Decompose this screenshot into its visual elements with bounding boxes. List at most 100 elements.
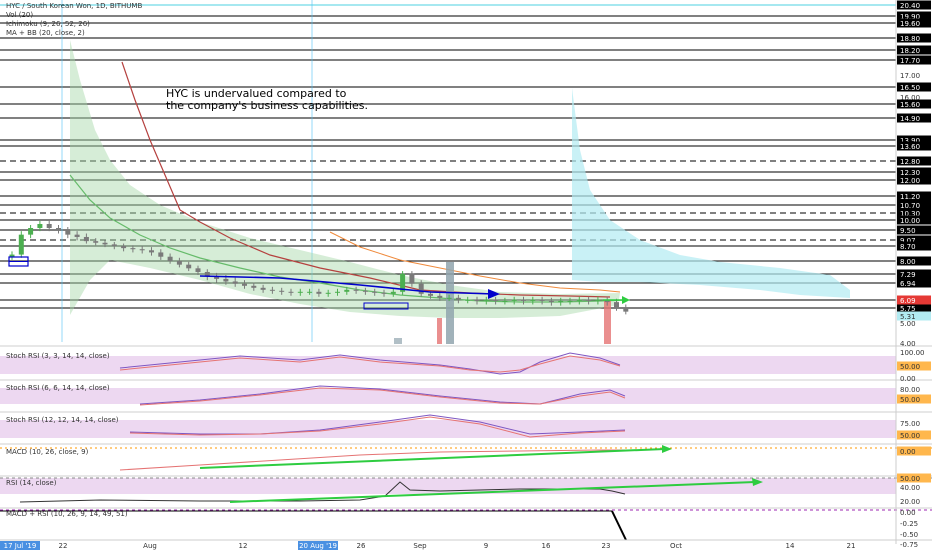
chart-root: 20.40 19.90 19.60 18.80 18.20 17.70 17.00 16.50…: [0, 0, 932, 550]
time-tick-label: 21: [847, 542, 856, 550]
candle-body: [409, 273, 415, 284]
candle-body: [279, 290, 285, 292]
candle-body: [83, 236, 89, 242]
candle-body: [372, 291, 378, 293]
candle-body: [465, 299, 471, 301]
candle-body: [232, 281, 238, 284]
indicator-tick-label: -0.50: [900, 531, 918, 539]
candle-body: [46, 224, 52, 228]
price-tick-label: 11.20: [900, 193, 920, 201]
price-tick-label: 7.29: [900, 271, 916, 279]
ma-bb-legend[interactable]: MA + BB (20, close, 2): [6, 29, 85, 37]
time-tick-label: Aug: [143, 542, 157, 550]
indicator-tick-label: 50.00: [900, 396, 920, 404]
indicator-tick-label: 50.00: [900, 432, 920, 440]
candle-body: [623, 308, 629, 312]
price-tick-label: 12.80: [900, 158, 920, 166]
price-tick-label: 4.00: [900, 340, 916, 348]
candle-body: [111, 244, 117, 246]
price-tick-label: 10.00: [900, 217, 920, 225]
stoch-rsi-3-legend[interactable]: Stoch RSI (12, 12, 14, 14, close): [6, 416, 119, 424]
candle-body: [176, 261, 182, 265]
candle-body: [121, 246, 127, 249]
volume-bar: [446, 262, 454, 344]
candle-body: [548, 300, 554, 303]
time-tick-label: 22: [59, 542, 68, 550]
price-tick-label: 18.80: [900, 35, 920, 43]
candle-body: [186, 264, 192, 269]
indicator-tick-label: -0.75: [900, 541, 918, 549]
candle-body: [269, 289, 275, 291]
candle-body: [251, 285, 257, 288]
indicator-tick-label: 0.00: [900, 375, 916, 383]
candle-body: [455, 297, 461, 300]
volume-bar: [604, 300, 611, 344]
cloud-price-label: 5.31: [900, 313, 916, 321]
candle-body: [158, 252, 164, 257]
candle-body: [558, 300, 564, 303]
indicator-tick-label: 50.00: [900, 363, 920, 371]
candle-body: [576, 299, 582, 301]
stoch-rsi-3-band: [0, 420, 896, 438]
price-tick-label: 13.60: [900, 143, 920, 151]
time-tick-label: 23: [602, 542, 611, 550]
indicator-tick-label: 0.00: [900, 509, 916, 517]
rsi-legend[interactable]: RSI (14, close): [6, 479, 56, 487]
price-tick-label: 20.40: [900, 2, 920, 10]
candle-body: [502, 300, 508, 302]
annotation-text: HYC is undervalued compared to the compa…: [166, 88, 368, 112]
price-tick-label: 17.00: [900, 72, 920, 80]
price-tick-label: 6.94: [900, 280, 916, 288]
candle-body: [437, 295, 443, 298]
price-chart: 20.4019.9019.6018.8018.2017.7017.0016.50…: [0, 0, 932, 550]
candle-body: [260, 287, 266, 290]
candle-body: [130, 248, 136, 250]
candle-body: [483, 299, 489, 301]
candle-body: [102, 242, 108, 245]
candle-body: [139, 249, 145, 251]
price-tick-label: 16.50: [900, 84, 920, 92]
time-tick-label: 14: [786, 542, 795, 550]
price-tick-label: 14.90: [900, 115, 920, 123]
ichimoku-legend[interactable]: Ichimoku (9, 26, 52, 26): [6, 20, 90, 28]
time-tick-label: 26: [357, 542, 366, 550]
candle-body: [521, 299, 526, 301]
candle-body: [390, 291, 396, 294]
indicator-tick-label: -0.25: [900, 520, 918, 528]
candle-body: [586, 299, 592, 301]
candle-body: [18, 234, 24, 255]
volume-legend[interactable]: Vol (20): [6, 11, 33, 19]
candle-body: [56, 228, 61, 230]
volume-bar: [437, 318, 442, 344]
candle-body: [167, 256, 173, 261]
indicator-tick-label: 100.00: [900, 349, 925, 357]
indicator-tick-label: 80.00: [900, 386, 920, 394]
price-tick-label: 15.60: [900, 101, 920, 109]
stoch-rsi-2-band: [0, 388, 896, 404]
indicator-tick-label: 0.00: [900, 448, 916, 456]
candle-body: [65, 230, 71, 235]
candle-body: [223, 278, 229, 282]
candle-body: [539, 299, 545, 301]
candle-body: [93, 241, 99, 243]
candle-body: [28, 228, 34, 235]
symbol-title[interactable]: HYC / South Korean Won, 1D, BITHUMB: [6, 2, 142, 10]
candle-body: [493, 299, 499, 301]
candle-body: [511, 299, 517, 301]
time-tick-label: Oct: [670, 542, 682, 550]
candle-body: [297, 291, 303, 293]
indicator-tick-label: 20.00: [900, 498, 920, 506]
rsi-band: [0, 478, 896, 494]
stoch-rsi-2-legend[interactable]: Stoch RSI (6, 6, 14, 14, close): [6, 384, 110, 392]
candle-body: [446, 297, 452, 299]
macd-legend[interactable]: MACD (10, 26, close, 9): [6, 448, 88, 456]
candle-body: [325, 292, 331, 294]
price-tick-label: 17.70: [900, 57, 920, 65]
candle-body: [614, 302, 619, 308]
indicator-tick-label: 50.00: [900, 475, 920, 483]
stoch-rsi-1-legend[interactable]: Stoch RSI (3, 3, 14, 14, close): [6, 352, 110, 360]
price-tick-label: 5.00: [900, 320, 916, 328]
macd-rsi-legend[interactable]: MACD + RSI (10, 26, 9, 14, 49, 51): [6, 510, 128, 518]
candle-body: [595, 299, 601, 301]
candle-body: [288, 291, 294, 293]
